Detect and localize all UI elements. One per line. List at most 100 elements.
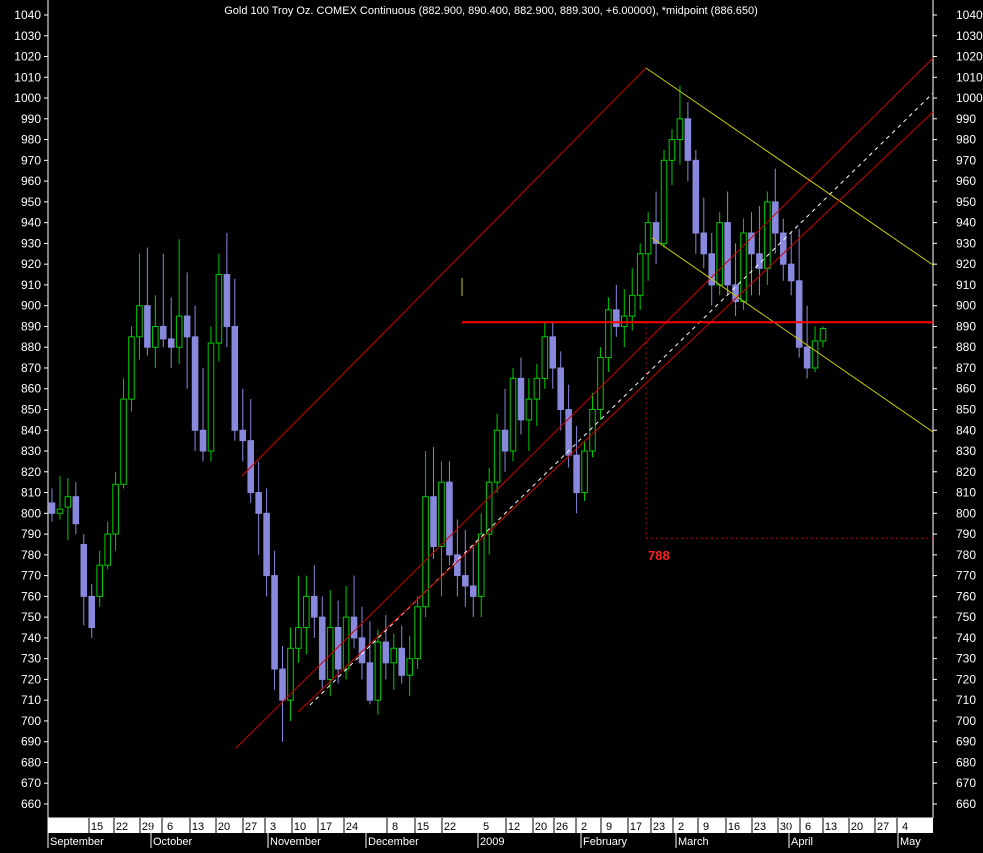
x-month-label: November [270, 836, 321, 848]
y-tick-label-right: 670 [956, 776, 976, 790]
chart-background [0, 0, 983, 848]
y-tick-label-left: 850 [21, 403, 41, 417]
candle-body [811, 340, 819, 369]
candle-body [692, 159, 700, 234]
candle-body [716, 222, 723, 286]
y-tick-label-left: 1010 [14, 70, 41, 84]
y-tick-label-right: 840 [956, 423, 976, 437]
candle-body [255, 492, 262, 514]
y-tick-label-left: 950 [21, 195, 41, 209]
y-tick-label-right: 730 [956, 652, 976, 666]
x-tick-label: 24 [346, 821, 358, 833]
candle-body [350, 616, 358, 639]
candle-body [318, 616, 326, 680]
y-tick-label-left: 770 [21, 569, 41, 583]
x-tick-label: 26 [556, 821, 568, 833]
candle-body [303, 595, 310, 629]
candle-body [144, 305, 151, 348]
candle-body [88, 595, 96, 629]
candle-body [191, 336, 199, 431]
y-tick-label-right: 800 [956, 506, 976, 520]
x-tick-label: 8 [392, 821, 398, 833]
y-tick-label-left: 740 [21, 631, 41, 645]
y-tick-label-left: 920 [21, 257, 41, 271]
y-tick-label-right: 780 [956, 548, 976, 562]
candle-body [764, 201, 771, 269]
x-tick-label: 4 [902, 821, 908, 833]
y-tick-label-right: 760 [956, 589, 976, 603]
candle-body [628, 294, 636, 317]
y-tick-label-right: 680 [956, 755, 976, 769]
x-tick-label: 27 [245, 821, 257, 833]
x-tick-label: 23 [653, 821, 665, 833]
candle-body [787, 263, 795, 282]
y-tick-label-left: 910 [21, 278, 41, 292]
x-month-label: May [900, 836, 921, 848]
y-tick-label-left: 780 [21, 548, 41, 562]
candle [207, 326, 215, 462]
candle-body [573, 454, 580, 494]
candle-body [636, 253, 644, 296]
candle-body [549, 336, 557, 369]
candle [509, 367, 517, 462]
candle-body [239, 429, 247, 442]
y-tick-label-right: 710 [956, 693, 976, 707]
candle-body [104, 533, 111, 566]
x-tick-label: 15 [417, 821, 429, 833]
y-tick-label-left: 700 [21, 714, 41, 728]
candle-body [477, 533, 485, 597]
y-tick-label-right: 1030 [956, 29, 983, 43]
x-tick-label: 17 [320, 821, 332, 833]
candle-body [342, 616, 350, 670]
y-tick-label-right: 870 [956, 361, 976, 375]
y-tick-label-right: 720 [956, 672, 976, 686]
candle-body [263, 512, 270, 577]
candle-body [366, 662, 374, 701]
y-tick-label-left: 930 [21, 236, 41, 250]
y-tick-label-left: 960 [21, 174, 41, 188]
y-tick-label-left: 830 [21, 444, 41, 458]
x-tick-label: 13 [192, 821, 204, 833]
candle-body [183, 315, 191, 338]
candle-body [644, 222, 652, 255]
x-month-label: October [153, 836, 192, 848]
x-tick-label: 15 [91, 821, 103, 833]
x-tick-label: 17 [630, 821, 642, 833]
y-tick-label-left: 680 [21, 755, 41, 769]
gold-price-chart: Gold 100 Troy Oz. COMEX Continuous (882.… [0, 0, 983, 848]
y-tick-label-right: 660 [956, 797, 976, 811]
y-tick-label-right: 810 [956, 486, 976, 500]
y-tick-label-right: 690 [956, 735, 976, 749]
x-month-label: September [50, 836, 104, 848]
candle [414, 596, 421, 670]
x-month-label: February [583, 836, 628, 848]
y-tick-label-left: 720 [21, 672, 41, 686]
chart-container: Gold 100 Troy Oz. COMEX Continuous (882.… [0, 0, 983, 848]
candle-body [621, 315, 628, 327]
x-month-label: December [368, 836, 419, 848]
candle [660, 149, 668, 248]
y-tick-label-left: 1030 [14, 29, 41, 43]
y-tick-label-left: 670 [21, 776, 41, 790]
candle-body [462, 575, 469, 587]
candle-body [430, 496, 437, 548]
y-tick-label-right: 1010 [956, 70, 983, 84]
x-tick-label: 27 [877, 821, 889, 833]
y-tick-label-left: 820 [21, 465, 41, 479]
y-tick-label-left: 790 [21, 527, 41, 541]
y-tick-label-right: 980 [956, 133, 976, 147]
candle-body [414, 606, 421, 660]
y-tick-label-left: 940 [21, 216, 41, 230]
y-tick-label-right: 880 [956, 340, 976, 354]
y-tick-label-left: 810 [21, 486, 41, 500]
y-tick-label-right: 970 [956, 153, 976, 167]
x-month-label: 2009 [480, 836, 504, 848]
candle-body [152, 325, 159, 348]
chart-title: Gold 100 Troy Oz. COMEX Continuous (882.… [224, 5, 758, 17]
y-tick-label-left: 660 [21, 797, 41, 811]
y-tick-label-left: 690 [21, 735, 41, 749]
x-tick-label: 12 [508, 821, 520, 833]
x-tick-label: 20 [851, 821, 863, 833]
x-tick-label: 30 [780, 821, 792, 833]
y-tick-label-left: 750 [21, 610, 41, 624]
